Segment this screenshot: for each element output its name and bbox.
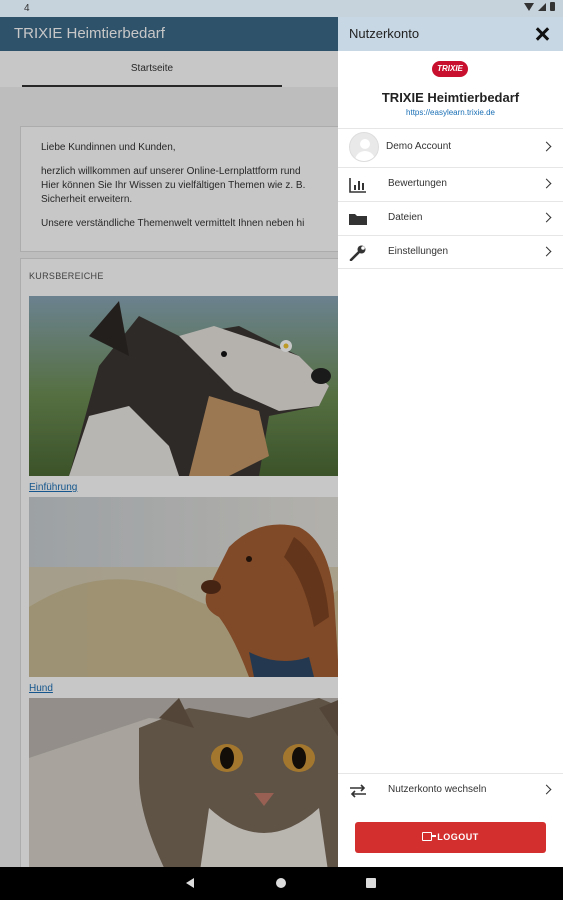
menu-item-dateien[interactable]: Dateien	[338, 201, 563, 235]
wifi-icon	[524, 2, 534, 11]
menu-label-bewertungen: Bewertungen	[388, 178, 447, 189]
site-url[interactable]: https://easylearn.trixie.de	[338, 108, 563, 117]
folder-icon	[349, 211, 367, 227]
close-icon[interactable]	[531, 23, 553, 45]
status-bar: 4	[0, 0, 563, 17]
account-item[interactable]: Demo Account	[338, 128, 563, 164]
system-nav-bar	[0, 867, 563, 900]
switch-account-label: Nutzerkonto wechseln	[388, 784, 487, 795]
battery-icon	[550, 2, 555, 11]
drawer-header: Nutzerkonto	[338, 17, 563, 51]
logout-icon	[422, 832, 437, 841]
bar-chart-icon	[349, 177, 367, 193]
drawer-title: Nutzerkonto	[349, 26, 420, 41]
status-icons	[524, 2, 555, 11]
chevron-right-icon	[541, 246, 552, 257]
recents-icon[interactable]	[366, 878, 376, 888]
chevron-right-icon	[541, 178, 552, 189]
signal-icon	[538, 2, 546, 11]
wrench-icon	[349, 245, 367, 262]
chevron-right-icon	[541, 212, 552, 223]
back-icon[interactable]	[186, 878, 194, 888]
menu-item-einstellungen[interactable]: Einstellungen	[338, 235, 563, 269]
home-icon[interactable]	[276, 878, 286, 888]
account-drawer: Nutzerkonto TRIXIE TRIXIE Heimtierbedarf…	[338, 17, 563, 867]
chevron-right-icon	[541, 784, 552, 795]
menu-item-bewertungen[interactable]: Bewertungen	[338, 167, 563, 201]
avatar	[349, 132, 379, 162]
switch-account-item[interactable]: Nutzerkonto wechseln	[338, 773, 563, 807]
status-time: 4	[24, 3, 30, 14]
drawer-scrim[interactable]	[0, 17, 338, 867]
menu-label-dateien: Dateien	[388, 212, 423, 223]
chevron-right-icon	[541, 141, 552, 152]
account-name: Demo Account	[386, 141, 452, 152]
logout-label: LOGOUT	[437, 832, 479, 842]
site-name: TRIXIE Heimtierbedarf	[381, 90, 520, 105]
menu-label-einstellungen: Einstellungen	[388, 246, 449, 257]
trixie-logo: TRIXIE	[432, 61, 468, 77]
swap-icon	[349, 783, 367, 799]
logout-button[interactable]: LOGOUT	[355, 822, 546, 853]
